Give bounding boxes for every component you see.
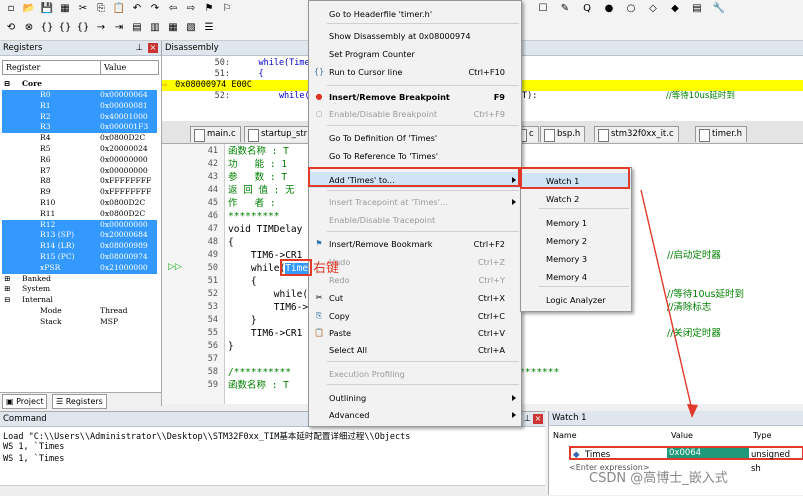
menu-item-cut[interactable]: ✂ Cut Ctrl+X <box>309 290 521 306</box>
menu-item-shortcut: Ctrl+F2 <box>473 239 505 249</box>
submenu-item-label: Memory 4 <box>546 272 588 282</box>
menu-separator <box>327 361 519 362</box>
menu-item-label: Run to Cursor line <box>329 67 403 77</box>
menu-item-shortcut: Ctrl+Z <box>477 257 505 267</box>
bookmark-icon: ⚑ <box>315 239 323 248</box>
submenu-item-label: Memory 3 <box>546 254 588 264</box>
submenu-arrow-icon <box>512 395 516 401</box>
menu-item-go-to-definition-of-times[interactable]: Go To Definition Of 'Times' <box>309 130 521 146</box>
menu-item-label: Paste <box>329 328 352 338</box>
menu-item-insert-tracepoint-at-times: Insert Tracepoint at 'Times'... <box>309 194 521 210</box>
menu-item-shortcut: Ctrl+V <box>477 328 505 338</box>
menu-item-label: Copy <box>329 311 350 321</box>
copy-icon: ⎘ <box>315 311 323 320</box>
menu-item-run-to-cursor-line[interactable]: {} Run to Cursor line Ctrl+F10 <box>309 64 521 80</box>
run-to-cursor-icon: {} <box>314 67 325 76</box>
menu-item-execution-profiling: Execution Profiling <box>309 366 521 382</box>
menu-item-label: Enable/Disable Breakpoint <box>329 109 438 119</box>
menu-item-outlining[interactable]: Outlining <box>309 390 521 406</box>
submenu-item-label: Logic Analyzer <box>546 295 606 305</box>
menu-item-label: Outlining <box>329 393 367 403</box>
highlight-times-word <box>280 259 312 276</box>
paste-icon: 📋 <box>314 328 324 337</box>
menu-item-undo: Undo Ctrl+Z <box>309 254 521 270</box>
right-click-note: 右键 <box>313 261 340 276</box>
menu-item-redo: Redo Ctrl+Y <box>309 272 521 288</box>
menu-item-label: Select All <box>329 345 368 355</box>
menu-item-label: Cut <box>329 293 344 303</box>
menu-item-shortcut: Ctrl+C <box>477 311 505 321</box>
submenu-arrow-icon <box>512 199 516 205</box>
menu-item-label: Go To Reference To 'Times' <box>329 151 439 161</box>
submenu-item-memory-2[interactable]: Memory 2 <box>521 233 631 249</box>
submenu-item-label: Memory 1 <box>546 218 588 228</box>
menu-item-label: Set Program Counter <box>329 49 415 59</box>
menu-item-label: Insert/Remove Bookmark <box>329 239 433 249</box>
menu-item-paste[interactable]: 📋 Paste Ctrl+V <box>309 325 521 341</box>
menu-item-enable-disable-breakpoint: ○ Enable/Disable Breakpoint Ctrl+F9 <box>309 106 521 122</box>
menu-item-go-to-headerfile-timer-h[interactable]: Go to Headerfile 'timer.h' <box>309 6 521 22</box>
context-menu: Go to Headerfile 'timer.h' Show Disassemb… <box>308 0 522 427</box>
menu-separator <box>327 231 519 232</box>
menu-separator <box>539 208 629 209</box>
submenu-item-memory-4[interactable]: Memory 4 <box>521 269 631 285</box>
menu-item-label: Go To Definition Of 'Times' <box>329 133 438 143</box>
submenu-item-memory-1[interactable]: Memory 1 <box>521 215 631 231</box>
menu-item-label: Go to Headerfile 'timer.h' <box>329 9 433 19</box>
menu-item-label: Enable/Disable Tracepoint <box>329 215 436 225</box>
menu-separator <box>327 384 519 385</box>
breakpoint-icon: ● <box>315 92 323 101</box>
menu-separator <box>327 125 519 126</box>
menu-item-enable-disable-tracepoint: Enable/Disable Tracepoint <box>309 212 521 228</box>
menu-item-insert-remove-bookmark[interactable]: ⚑ Insert/Remove Bookmark Ctrl+F2 <box>309 236 521 252</box>
menu-item-shortcut: Ctrl+X <box>477 293 505 303</box>
submenu-item-logic-analyzer[interactable]: Logic Analyzer <box>521 292 631 308</box>
menu-item-label: Advanced <box>329 410 370 420</box>
menu-item-label: Show Disassembly at 0x08000974 <box>329 31 471 41</box>
menu-item-shortcut: Ctrl+F9 <box>473 109 505 119</box>
menu-item-set-program-counter[interactable]: Set Program Counter <box>309 46 521 62</box>
menu-separator <box>327 190 519 191</box>
menu-item-advanced[interactable]: Advanced <box>309 407 521 423</box>
menu-item-label: Execution Profiling <box>329 369 405 379</box>
menu-separator <box>327 85 519 86</box>
highlight-watch1 <box>520 167 630 189</box>
menu-item-show-disassembly-at-0x08000974[interactable]: Show Disassembly at 0x08000974 <box>309 28 521 44</box>
submenu-arrow-icon <box>512 412 516 418</box>
submenu-item-memory-3[interactable]: Memory 3 <box>521 251 631 267</box>
menu-item-label: Insert/Remove Breakpoint <box>329 92 450 102</box>
menu-item-label: Insert Tracepoint at 'Times'... <box>329 197 448 207</box>
disabled-breakpoint-icon: ○ <box>315 109 323 118</box>
menu-item-copy[interactable]: ⎘ Copy Ctrl+C <box>309 308 521 324</box>
menu-item-shortcut: Ctrl+Y <box>478 275 505 285</box>
menu-item-go-to-reference-to-times[interactable]: Go To Reference To 'Times' <box>309 148 521 164</box>
menu-separator <box>539 286 629 287</box>
menu-separator <box>327 23 519 24</box>
cut-icon: ✂ <box>315 293 323 302</box>
menu-item-shortcut: Ctrl+F10 <box>468 67 505 77</box>
submenu-item-label: Watch 2 <box>546 194 580 204</box>
menu-item-shortcut: F9 <box>493 92 505 102</box>
menu-item-insert-remove-breakpoint[interactable]: ● Insert/Remove Breakpoint F9 <box>309 89 521 105</box>
submenu-item-watch-2[interactable]: Watch 2 <box>521 191 631 207</box>
submenu-item-label: Memory 2 <box>546 236 588 246</box>
menu-item-select-all[interactable]: Select All Ctrl+A <box>309 342 521 358</box>
highlight-add-times <box>308 167 520 187</box>
menu-item-shortcut: Ctrl+A <box>477 345 505 355</box>
